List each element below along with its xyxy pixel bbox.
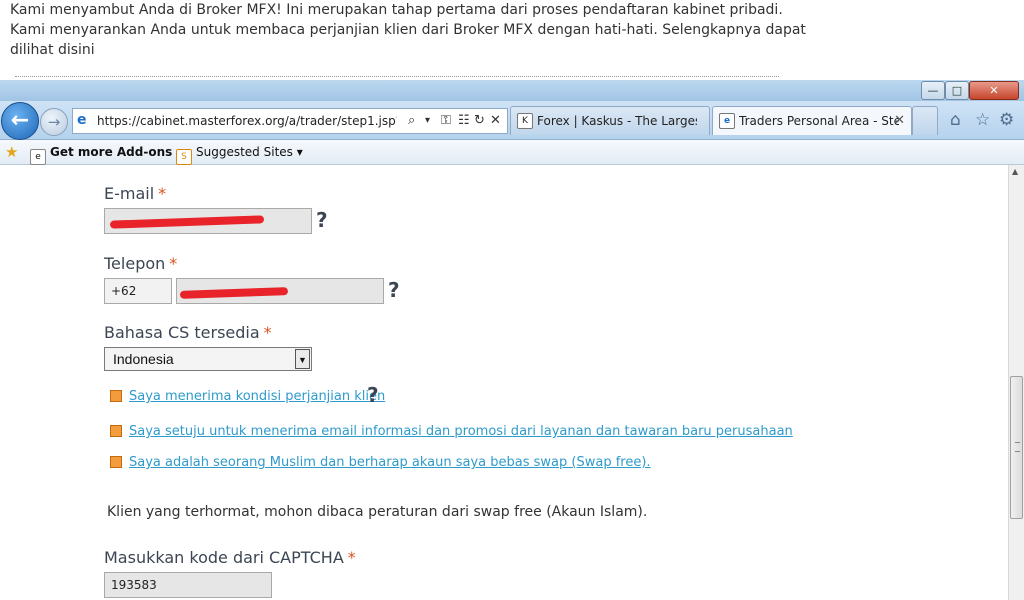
tab-label: Forex | Kaskus - The Largest In... [537,114,697,128]
captcha-label-text: Masukkan kode dari CAPTCHA [104,548,344,567]
search-icon[interactable]: ⌕ [408,113,415,129]
address-bar[interactable]: e https://cabinet.masterforex.org/a/trad… [72,108,508,134]
tools-gear-icon[interactable]: ⚙ [999,110,1014,130]
favorites-star-icon[interactable]: ☆ [975,110,990,130]
address-dropdown-icon[interactable]: ▾ [425,113,430,129]
promo-email-checkbox[interactable] [110,425,122,437]
tab-label: Traders Personal Area - Ste... [739,114,899,128]
phone-country-code-field[interactable]: +62 [104,278,172,304]
forward-button[interactable]: → [40,108,68,136]
new-tab-button[interactable] [912,106,938,135]
addons-page-icon: e [30,149,46,165]
close-window-button[interactable]: ✕ [969,81,1019,100]
language-label: Bahasa CS tersedia * [104,323,272,343]
intro-section: Kami menyambut Anda di Broker MFX! Ini m… [0,0,1024,82]
required-marker: * [263,323,272,342]
language-select[interactable]: Indonesia ▼ [104,347,312,371]
chevron-down-icon: ▾ [296,145,303,159]
swap-free-note: Klien yang terhormat, mohon dibaca perat… [107,504,648,520]
captcha-input[interactable]: 193583 [104,572,272,598]
vertical-scrollbar[interactable]: ▲ [1008,165,1024,600]
compatibility-view-icon[interactable]: ☷ [458,113,470,129]
scrollbar-grip-icon [1015,442,1020,452]
home-icon[interactable]: ⌂ [950,110,961,130]
agree-terms-link[interactable]: Saya menerima kondisi perjanjian klien [129,387,385,407]
scroll-up-arrow-icon[interactable]: ▲ [1012,167,1018,176]
tab-forex-kaskus[interactable]: K Forex | Kaskus - The Largest In... [510,106,710,135]
minimize-button[interactable]: — [921,81,945,100]
forward-arrow-icon: → [47,113,61,131]
email-label-text: E-mail [104,184,155,203]
language-label-text: Bahasa CS tersedia [104,323,260,342]
tab-traders-personal-area[interactable]: e Traders Personal Area - Ste... ✕ [712,106,912,135]
phone-label-text: Telepon [104,254,166,273]
ie-page-icon: e [77,112,87,128]
promo-email-link[interactable]: Saya setuju untuk menerima email informa… [129,422,793,442]
agree-terms-checkbox[interactable] [110,390,122,402]
language-selected-value: Indonesia [113,351,174,367]
navigation-bar: ← → e https://cabinet.masterforex.org/a/… [0,101,1024,140]
stop-icon[interactable]: ✕ [490,113,501,129]
required-marker: * [347,548,356,567]
required-marker: * [169,254,178,273]
window-titlebar: — □ ✕ [0,80,1024,103]
kaskus-favicon-icon: K [517,113,533,129]
back-arrow-icon: ← [10,108,30,133]
page-content: E-mail * ? Telepon * +62 ? Bahasa CS terse… [0,165,1008,600]
email-label: E-mail * [104,184,166,204]
swap-free-link[interactable]: Saya adalah seorang Muslim dan berharap … [129,453,651,473]
favorites-bar-star-icon[interactable]: ★ [5,142,18,162]
favorites-bar: ★ e Get more Add-ons ▾ S Suggested Sites ▾ [0,140,1024,165]
back-button[interactable]: ← [1,102,39,140]
intro-text: Kami menyambut Anda di Broker MFX! Ini m… [10,2,806,58]
tab-close-icon[interactable]: ✕ [894,107,905,135]
url-input[interactable]: https://cabinet.masterforex.org/a/trader… [97,109,397,133]
refresh-icon[interactable]: ↻ [474,113,485,129]
addons-label: Get more Add-ons [50,145,173,159]
required-marker: * [158,184,167,203]
ie-favicon-icon: e [719,113,735,129]
swap-free-checkbox[interactable] [110,456,122,468]
captcha-label: Masukkan kode dari CAPTCHA * [104,548,356,568]
suggested-sites-button[interactable]: S Suggested Sites ▾ [176,142,303,165]
terms-help-icon[interactable]: ? [367,384,379,406]
chevron-down-icon[interactable]: ▼ [295,349,310,369]
phone-help-icon[interactable]: ? [388,279,400,301]
suggested-sites-icon: S [176,149,192,165]
scrollbar-thumb[interactable] [1010,376,1023,519]
lock-icon[interactable]: ⚿ [441,113,451,129]
phone-label: Telepon * [104,254,177,274]
email-help-icon[interactable]: ? [316,209,328,231]
dotted-divider [15,76,779,77]
get-more-addons-button[interactable]: eGet more Add-ons ▾ [30,142,182,165]
suggested-label: Suggested Sites [196,145,293,159]
maximize-button[interactable]: □ [945,81,969,100]
